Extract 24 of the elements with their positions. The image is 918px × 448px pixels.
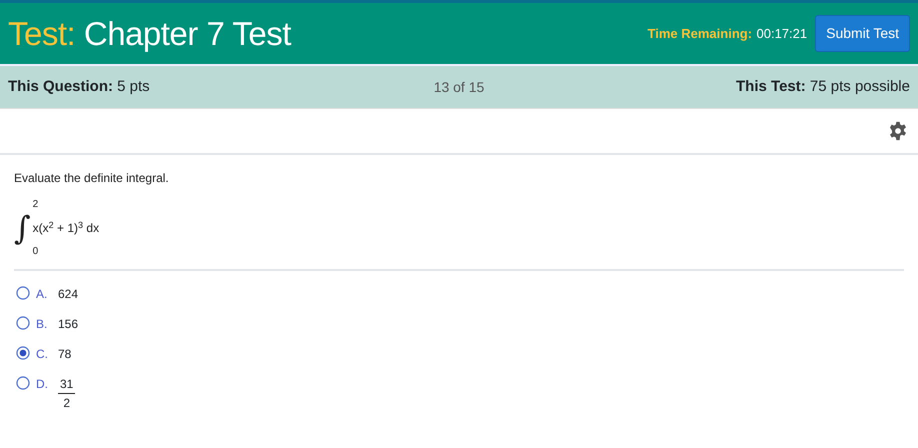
question-points: This Question: 5 pts (8, 76, 151, 97)
radio-button[interactable] (16, 286, 30, 300)
question-prompt: Evaluate the definite integral. (14, 170, 170, 187)
radio-button[interactable] (16, 376, 30, 390)
option-letter: C. (36, 346, 49, 363)
option-value: 156 (58, 316, 78, 333)
submit-test-button[interactable]: Submit Test (815, 15, 910, 52)
fraction-denominator: 2 (63, 395, 70, 412)
option-letter: B. (36, 316, 48, 333)
option-letter: D. (36, 376, 49, 393)
lower-limit: 0 (32, 245, 40, 259)
option-value: 78 (58, 346, 72, 363)
radio-button[interactable] (16, 346, 30, 360)
radio-button[interactable] (16, 316, 30, 330)
integrand: x(x$^{2}$ + 1)$^{3}$ dx (32, 219, 100, 237)
option-value: 624 (58, 286, 78, 303)
integral-sign: ∫ (14, 212, 31, 244)
upper-limit: 2 (32, 198, 40, 212)
test-title: Test: Chapter 7 Test (8, 14, 291, 54)
test-points: This Test: 75 pts possible (735, 76, 910, 97)
time-remaining: Time Remaining: 00:17:21 (648, 24, 808, 43)
settings-icon[interactable] (888, 121, 908, 141)
option-letter: A. (36, 286, 48, 303)
fraction-numerator: 31 (58, 375, 76, 394)
